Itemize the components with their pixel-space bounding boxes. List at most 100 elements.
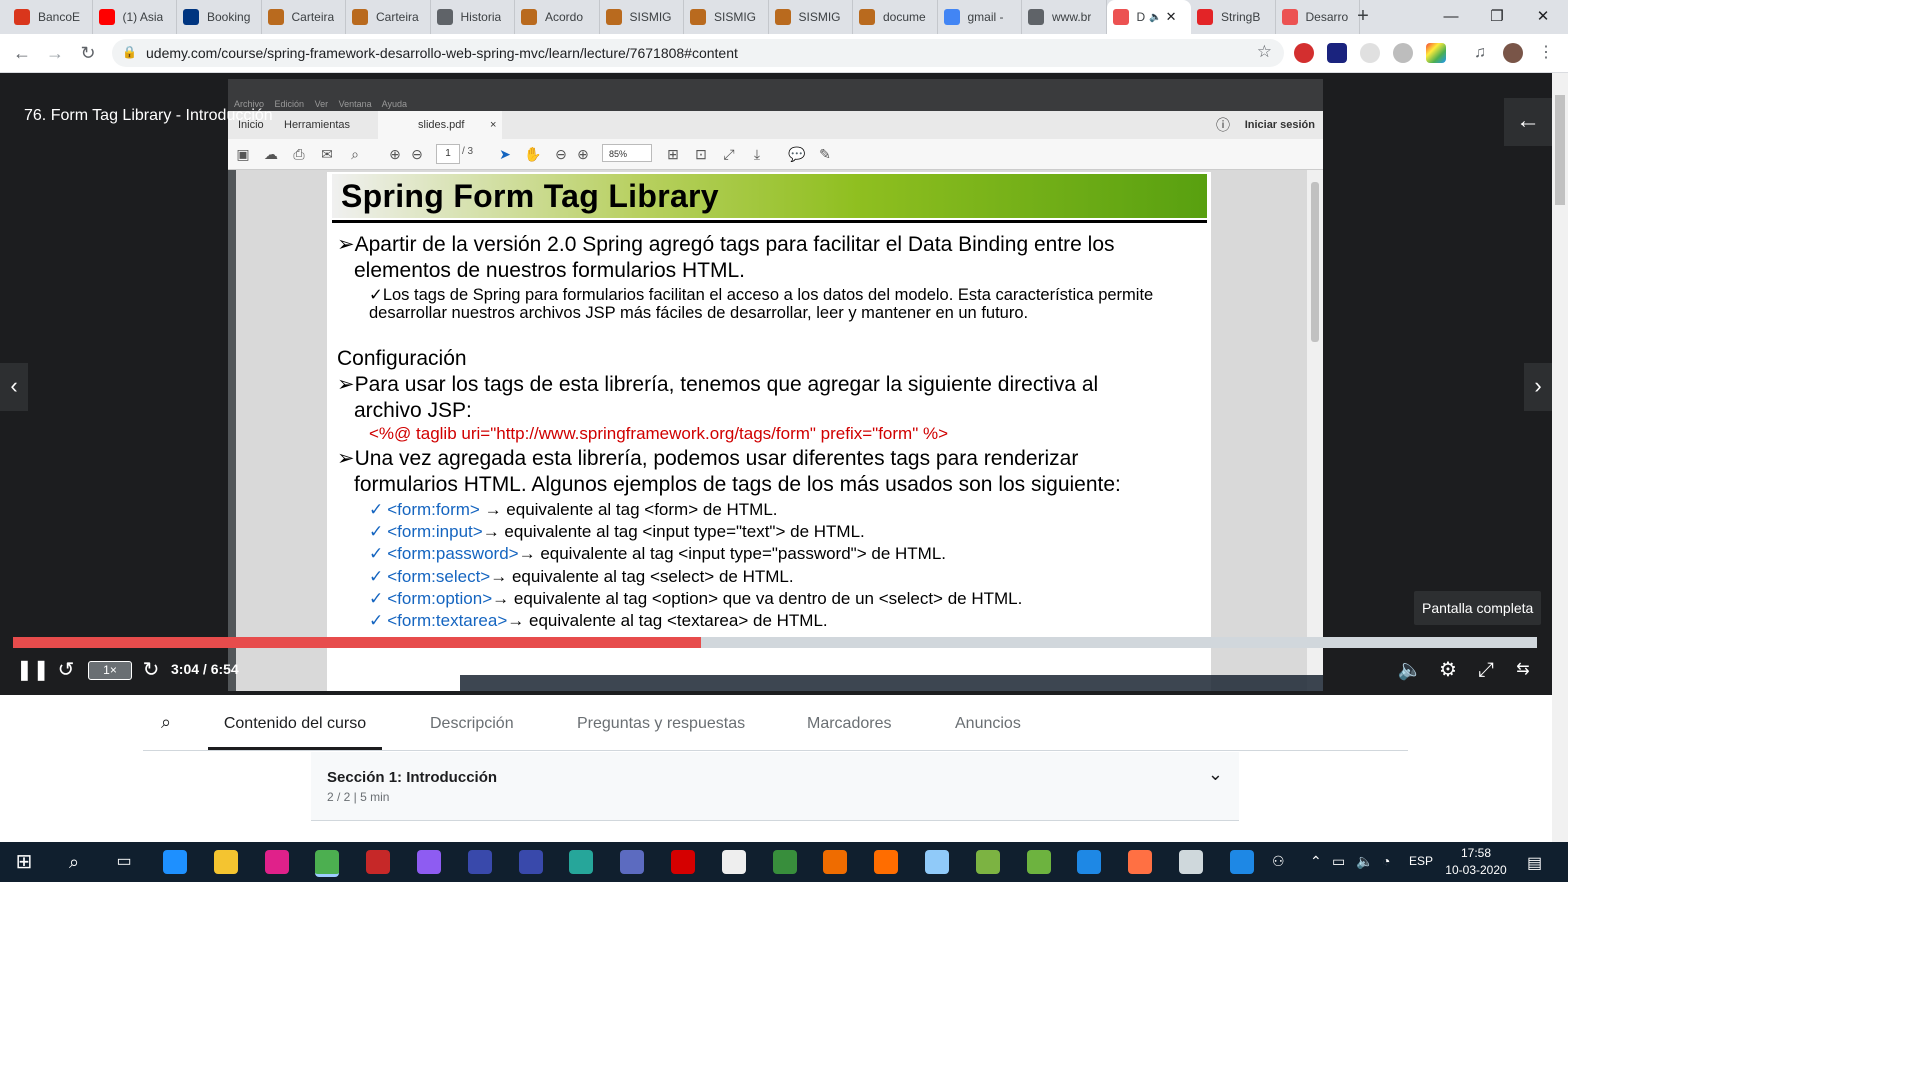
opera-icon[interactable] (671, 850, 695, 874)
forward-icon[interactable]: → (43, 41, 67, 65)
extension-icon[interactable] (1426, 43, 1446, 63)
notepad-icon[interactable] (721, 850, 746, 874)
menu-icon[interactable]: ⋮ (1536, 43, 1556, 63)
browser-tab[interactable]: docume (853, 0, 938, 34)
close-window-button[interactable]: ✕ (1520, 0, 1566, 34)
browser-tab[interactable]: StringB (1191, 0, 1276, 34)
minimize-button[interactable]: — (1428, 0, 1474, 34)
fullscreen-icon[interactable]: ⤢ (1473, 657, 1499, 683)
new-tab-button[interactable]: + (1352, 5, 1374, 29)
close-tab-icon[interactable]: ✕ (1166, 9, 1177, 25)
extension-icon[interactable] (1327, 43, 1347, 63)
expand-icon[interactable]: ⇆ (1509, 657, 1537, 683)
browser-toolbar: ← → ↻ 🔒 udemy.com/course/spring-framewor… (0, 34, 1568, 73)
browser-tab[interactable]: Desarro (1276, 0, 1360, 34)
wifi-icon[interactable]: ◔ (1382, 853, 1390, 869)
video-progress-bar[interactable] (13, 637, 1537, 648)
close-sidebar-arrow-icon[interactable]: ← (1504, 98, 1552, 146)
tab-title: Carteira (291, 10, 335, 24)
browser-tab[interactable]: BancoE (8, 0, 93, 34)
rewind-icon[interactable]: ↺ (54, 657, 78, 683)
browser-tab[interactable]: Carteira (346, 0, 431, 34)
file-explorer-icon[interactable] (213, 850, 238, 874)
back-icon[interactable]: ← (10, 41, 34, 65)
browser-tab[interactable]: SISMIG (769, 0, 853, 34)
video-player[interactable]: Archivo Edición Ver Ventana Ayuda Inicio… (0, 73, 1552, 695)
media-controls-icon[interactable]: ♫ (1470, 43, 1490, 63)
pause-icon[interactable]: ❚❚ (16, 657, 50, 683)
ws-icon[interactable] (569, 850, 594, 874)
browser-tab[interactable]: gmail - (938, 0, 1022, 34)
search-icon[interactable]: ⌕ (161, 712, 171, 733)
extension-icon[interactable] (1294, 43, 1314, 63)
chevron-down-icon[interactable]: ⌄ (1208, 764, 1223, 785)
browser-tab[interactable]: Booking (177, 0, 262, 34)
tab-bookmarks[interactable]: Marcadores (807, 696, 891, 750)
tab-title: SISMIG (629, 10, 672, 24)
check-icon: ✓ (369, 522, 384, 541)
chevron-up-icon[interactable]: ⌃ (1310, 853, 1322, 870)
sql-icon[interactable] (925, 850, 949, 874)
volume-icon[interactable]: 🔈 (1397, 657, 1423, 683)
spring-icon[interactable] (1026, 850, 1051, 874)
browser-tab[interactable]: Carteira (262, 0, 346, 34)
tab-description[interactable]: Descripción (430, 696, 514, 750)
settings-icon[interactable]: ⚙ (1435, 657, 1461, 683)
language-indicator[interactable]: ESP (1409, 854, 1433, 868)
help-icon[interactable] (1229, 850, 1254, 874)
previous-lecture-icon[interactable]: ‹ (0, 363, 28, 411)
people-icon[interactable]: ⚇ (1272, 853, 1285, 870)
browser-tab[interactable]: (1) Asia (93, 0, 177, 34)
filezilla-icon[interactable] (366, 850, 391, 874)
volume-icon[interactable]: 🔈 (1356, 853, 1373, 870)
browser-tab[interactable]: Historia (431, 0, 515, 34)
notification-icon[interactable]: ▤ (1527, 853, 1542, 873)
maximize-button[interactable]: ❐ (1474, 0, 1520, 34)
task-view-icon[interactable]: ▭ (112, 850, 136, 874)
sublime-icon[interactable] (823, 850, 848, 874)
calendar-icon[interactable] (1077, 850, 1102, 874)
slide-title: Spring Form Tag Library (341, 178, 719, 214)
tab-audio-icon[interactable]: 🔈 (1149, 12, 1161, 23)
address-url[interactable]: udemy.com/course/spring-framework-desarr… (146, 45, 738, 61)
pen-icon: ✎ (819, 146, 831, 162)
tab-favicon-icon (859, 9, 875, 25)
browser-tab[interactable]: Acordo (515, 0, 600, 34)
tab-questions[interactable]: Preguntas y respuestas (577, 696, 745, 750)
forward-icon[interactable]: ↻ (139, 657, 163, 683)
balloon-icon[interactable] (417, 850, 441, 874)
browser-tab[interactable]: www.br (1022, 0, 1107, 34)
course-section[interactable]: Sección 1: Introducción 2 / 2 | 5 min ⌄ (311, 752, 1239, 821)
browser-tab[interactable]: SISMIG (684, 0, 769, 34)
next-lecture-icon[interactable]: › (1524, 363, 1552, 411)
address-bar[interactable]: 🔒 udemy.com/course/spring-framework-desa… (112, 39, 1284, 67)
postman-icon[interactable] (874, 850, 899, 874)
app-icon[interactable] (975, 850, 1000, 874)
clock[interactable]: 17:58 10-03-2020 (1440, 845, 1512, 879)
avatar[interactable] (1503, 43, 1523, 63)
gear-icon[interactable] (1179, 850, 1203, 874)
browser-tab[interactable]: SISMIG (600, 0, 684, 34)
battery-icon[interactable]: ▭ (1332, 853, 1345, 870)
pdf-tab-close-icon: × (490, 119, 497, 131)
playback-speed-button[interactable]: 1× (88, 661, 132, 680)
network-icon[interactable] (620, 850, 645, 874)
browser-tab[interactable]: D 🔈 ✕ (1106, 0, 1191, 34)
extension-icon[interactable] (1360, 43, 1380, 63)
pdf-menu-item: Edición (274, 99, 305, 109)
page-scrollbar[interactable] (1552, 73, 1568, 842)
tab-announcements[interactable]: Anuncios (955, 696, 1021, 750)
reload-icon[interactable]: ↻ (76, 41, 100, 65)
webstorm-icon[interactable] (264, 850, 289, 874)
tab-course-content[interactable]: Contenido del curso (208, 696, 382, 750)
search-icon[interactable]: ⌕ (62, 850, 86, 874)
app-icon[interactable] (518, 850, 543, 874)
edge-icon[interactable] (163, 850, 187, 874)
extension-icon[interactable] (1393, 43, 1413, 63)
app-icon[interactable] (467, 850, 492, 874)
bookmark-star-icon[interactable]: ☆ (1257, 42, 1272, 62)
windows-start-icon[interactable]: ⊞ (12, 850, 36, 874)
console-icon[interactable] (772, 850, 797, 874)
chrome-icon[interactable] (315, 850, 340, 877)
firefox-icon[interactable] (1128, 850, 1153, 874)
